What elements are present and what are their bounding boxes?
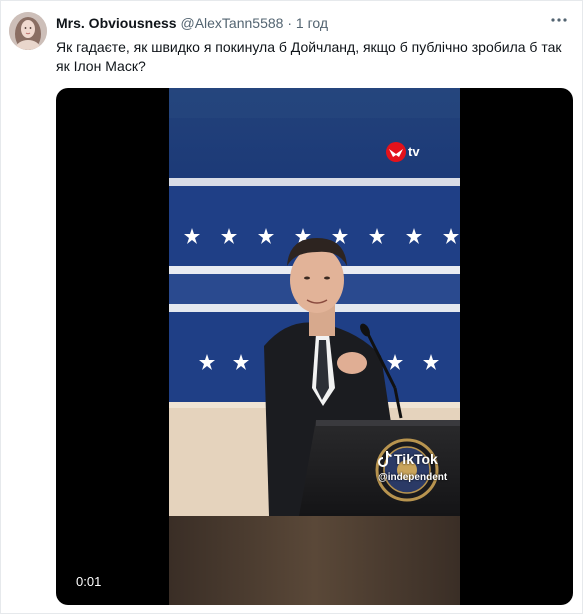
author-handle[interactable]: @AlexTann5588 [180,15,283,31]
profile-avatar-image [9,12,47,50]
separator-dot: · [287,15,292,31]
tweet-card[interactable]: Mrs. Obviousness @AlexTann5588 · 1 год Я… [0,0,583,614]
tiktok-handle: @independent [378,472,448,483]
author-name[interactable]: Mrs. Obviousness [56,15,177,31]
independent-eagle-logo [386,142,406,162]
tiktok-watermark: TikTok @independent [378,450,458,490]
video-player[interactable]: tv TikTok @independent 0:01 [56,88,573,605]
tiktok-note-icon [378,451,392,467]
tweet-time[interactable]: 1 год [296,15,328,31]
more-options-button[interactable] [548,11,570,29]
channel-logo-text: tv [408,144,420,159]
more-options-icon [551,18,567,22]
tiktok-brand: TikTok [394,451,438,467]
avatar[interactable] [9,12,47,50]
tweet-header: Mrs. Obviousness @AlexTann5588 · 1 год [56,15,328,32]
tweet-text: Як гадаєте, як швидко я покинула б Дойчл… [56,39,562,74]
channel-logo: tv [385,139,431,169]
video-timestamp: 0:01 [76,574,102,589]
